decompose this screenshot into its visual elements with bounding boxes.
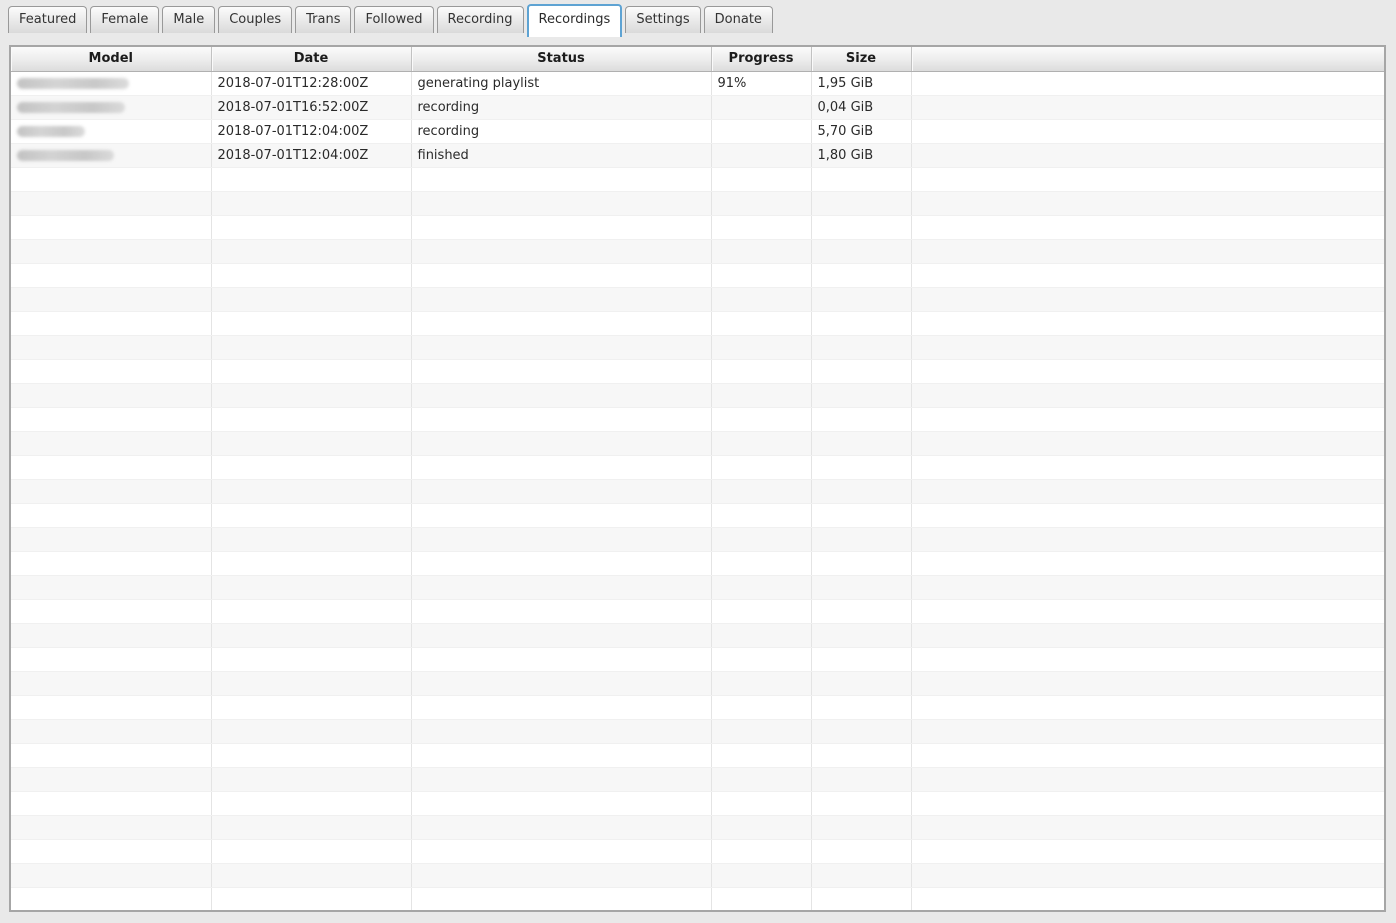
model-name-redacted (17, 77, 129, 89)
empty-row (11, 887, 1384, 910)
table-row[interactable]: 2018-07-01T12:28:00Z generating playlist 9… (11, 71, 1384, 96)
empty-row (11, 551, 1384, 576)
cell-date: 2018-07-01T12:04:00Z (211, 119, 412, 144)
cell-progress: 91% (711, 71, 812, 96)
empty-row (11, 839, 1384, 864)
empty-row (11, 287, 1384, 312)
empty-row (11, 647, 1384, 672)
recordings-table-frame: Model Date Status Progress Size 2018-07-01T1… (9, 45, 1386, 912)
column-header-date[interactable]: Date (211, 47, 412, 72)
empty-row (11, 791, 1384, 816)
empty-row (11, 335, 1384, 360)
table-header-row: Model Date Status Progress Size (11, 47, 1384, 72)
model-name-redacted (17, 101, 125, 113)
cell-filler (911, 71, 1384, 96)
empty-row (11, 383, 1384, 408)
empty-row (11, 359, 1384, 384)
cell-status: recording (411, 95, 712, 120)
cell-date: 2018-07-01T12:04:00Z (211, 143, 412, 168)
empty-row (11, 767, 1384, 792)
tab-featured[interactable]: Featured (8, 6, 88, 33)
empty-row (11, 575, 1384, 600)
tab-male[interactable]: Male (162, 6, 216, 33)
cell-status: generating playlist (411, 71, 712, 96)
cell-date: 2018-07-01T16:52:00Z (211, 95, 412, 120)
empty-row (11, 911, 1384, 912)
table-row[interactable]: 2018-07-01T12:04:00Z recording 5,70 GiB (11, 119, 1384, 144)
empty-row (11, 167, 1384, 192)
cell-progress (711, 95, 812, 120)
tab-female[interactable]: Female (90, 6, 160, 33)
cell-model (11, 95, 212, 120)
model-name-redacted (17, 125, 85, 137)
cell-model (11, 143, 212, 168)
cell-progress (711, 143, 812, 168)
empty-row (11, 815, 1384, 840)
tab-trans[interactable]: Trans (295, 6, 352, 33)
tab-recordings[interactable]: Recordings (526, 4, 623, 37)
empty-row (11, 263, 1384, 288)
empty-row (11, 503, 1384, 528)
empty-row (11, 479, 1384, 504)
cell-size: 5,70 GiB (811, 119, 912, 144)
cell-filler (911, 95, 1384, 120)
table-row[interactable]: 2018-07-01T12:04:00Z finished 1,80 GiB (11, 143, 1384, 168)
empty-row (11, 743, 1384, 768)
empty-row (11, 191, 1384, 216)
empty-row (11, 527, 1384, 552)
empty-row (11, 215, 1384, 240)
column-header-filler (911, 47, 1384, 72)
empty-row (11, 407, 1384, 432)
cell-size: 0,04 GiB (811, 95, 912, 120)
empty-row (11, 623, 1384, 648)
empty-row (11, 599, 1384, 624)
column-header-status[interactable]: Status (411, 47, 712, 72)
cell-date: 2018-07-01T12:28:00Z (211, 71, 412, 96)
cell-progress (711, 119, 812, 144)
empty-row (11, 695, 1384, 720)
recordings-table: Model Date Status Progress Size 2018-07-01T1… (11, 47, 1384, 912)
cell-status: finished (411, 143, 712, 168)
tab-couples[interactable]: Couples (218, 6, 293, 33)
tab-followed[interactable]: Followed (354, 6, 434, 33)
column-header-progress[interactable]: Progress (711, 47, 812, 72)
cell-size: 1,80 GiB (811, 143, 912, 168)
table-row[interactable]: 2018-07-01T16:52:00Z recording 0,04 GiB (11, 95, 1384, 120)
cell-filler (911, 143, 1384, 168)
empty-row (11, 311, 1384, 336)
cell-size: 1,95 GiB (811, 71, 912, 96)
cell-status: recording (411, 119, 712, 144)
model-name-redacted (17, 149, 114, 161)
app-window: Featured Female Male Couples Trans Followed Re… (0, 0, 1396, 912)
empty-row (11, 239, 1384, 264)
column-header-model[interactable]: Model (11, 47, 212, 72)
empty-row (11, 455, 1384, 480)
tab-bar: Featured Female Male Couples Trans Followed Re… (0, 0, 1396, 37)
tab-recording[interactable]: Recording (436, 6, 524, 33)
tab-settings[interactable]: Settings (625, 6, 701, 33)
cell-model (11, 71, 212, 96)
column-header-size[interactable]: Size (811, 47, 912, 72)
empty-row (11, 671, 1384, 696)
cell-filler (911, 119, 1384, 144)
empty-row (11, 431, 1384, 456)
tab-donate[interactable]: Donate (703, 6, 773, 33)
cell-model (11, 119, 212, 144)
empty-row (11, 863, 1384, 888)
empty-row (11, 719, 1384, 744)
